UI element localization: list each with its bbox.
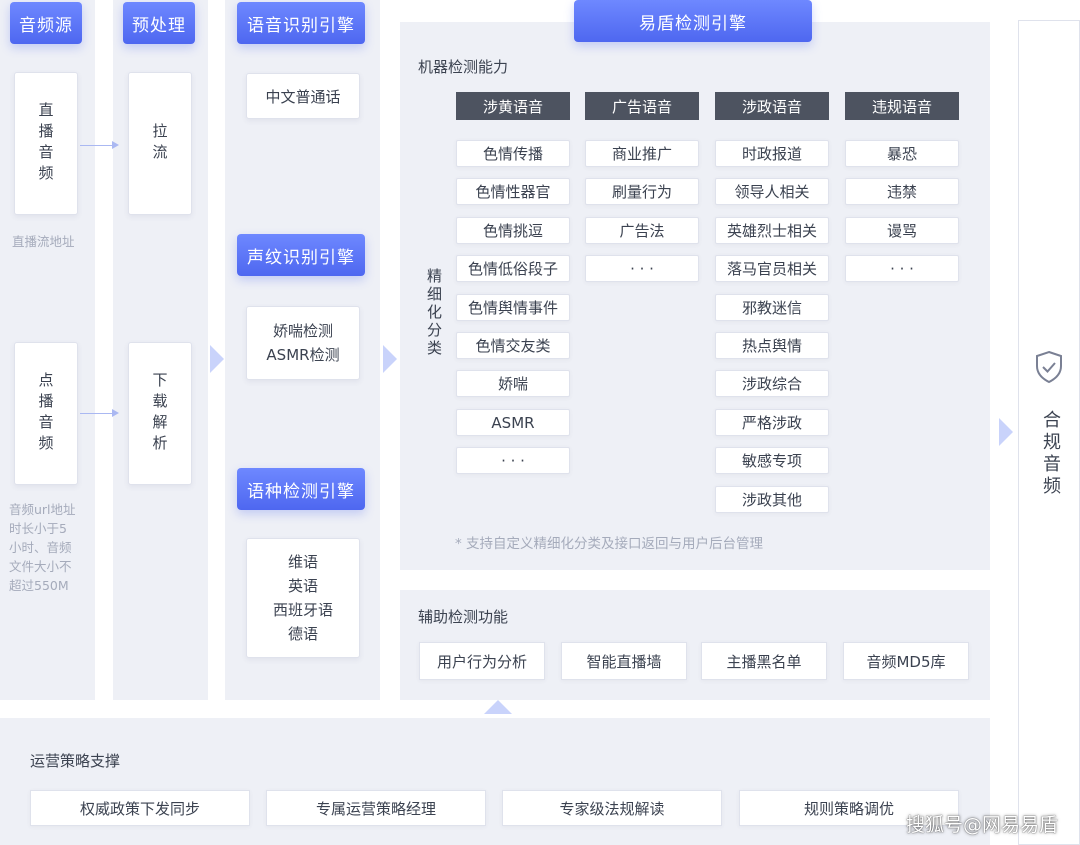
aux-item-host-blacklist: 主播黑名单	[701, 642, 827, 680]
ops-item-policy-sync: 权威政策下发同步	[30, 790, 250, 826]
category-item: 英雄烈士相关	[715, 217, 829, 244]
shield-check-icon	[1034, 350, 1064, 384]
flow-chevron-icon	[210, 345, 224, 373]
category-item: 邪教迷信	[715, 294, 829, 321]
vod-note-line: 文件大小不	[9, 559, 72, 574]
category-item: 娇喘	[456, 370, 570, 397]
category-item: 暴恐	[845, 140, 959, 167]
download-parse-box: 下载解析	[128, 342, 192, 485]
category-item: 落马官员相关	[715, 255, 829, 282]
aux-item-md5-library: 音频MD5库	[843, 642, 969, 680]
language-item: 英语	[287, 577, 318, 595]
category-item: 色情传播	[456, 140, 570, 167]
category-item: · · ·	[845, 255, 959, 282]
language-box: 维语 英语 西班牙语 德语	[246, 538, 360, 658]
category-item: 商业推广	[585, 140, 699, 167]
category-item: 色情性器官	[456, 178, 570, 205]
vod-note-line: 音频url地址	[9, 502, 76, 517]
vod-note-line: 超过550M	[9, 578, 69, 593]
category-item: 领导人相关	[715, 178, 829, 205]
voiceprint-item: 娇喘检测	[272, 322, 333, 340]
category-item: · · ·	[456, 447, 570, 474]
machine-detection-title: 机器检测能力	[418, 58, 509, 76]
download-parse-label: 下载解析	[150, 371, 169, 456]
language-engine-header: 语种检测引擎	[237, 468, 365, 510]
ops-item-law-interpretation: 专家级法规解读	[502, 790, 722, 826]
category-item: 严格涉政	[715, 409, 829, 436]
vod-note-line: 时长小于5	[9, 521, 67, 536]
category-header: 涉黄语音	[456, 92, 570, 120]
vod-audio-box: 点播音频	[14, 342, 78, 485]
flow-up-chevron-icon	[484, 700, 512, 714]
preprocess-header: 预处理	[123, 2, 195, 44]
live-audio-label: 直播音频	[36, 101, 55, 186]
audio-source-header: 音频源	[10, 2, 82, 44]
flow-chevron-icon	[383, 345, 397, 373]
category-item: 涉政综合	[715, 370, 829, 397]
category-item: 敏感专项	[715, 447, 829, 474]
voiceprint-engine-header: 声纹识别引擎	[237, 234, 365, 276]
connector-line	[80, 413, 112, 414]
live-audio-box: 直播音频	[14, 72, 78, 215]
speech-engine-header: 语音识别引擎	[237, 2, 365, 44]
category-header: 涉政语音	[715, 92, 829, 120]
language-item: 德语	[287, 625, 318, 643]
language-item: 西班牙语	[272, 601, 333, 619]
compliant-audio-label: 合规音频	[1040, 410, 1061, 498]
connector-arrowhead	[112, 141, 119, 149]
category-header: 违规语音	[845, 92, 959, 120]
pull-stream-label: 拉流	[150, 122, 169, 165]
footnote: * 支持自定义精细化分类及接口返回与用户后台管理	[455, 536, 764, 552]
operations-title: 运营策略支撑	[30, 752, 121, 770]
category-item: 色情挑逗	[456, 217, 570, 244]
connector-arrowhead	[112, 409, 119, 417]
voiceprint-box: 娇喘检测 ASMR检测	[246, 306, 360, 380]
category-item: 刷量行为	[585, 178, 699, 205]
category-item: · · ·	[585, 255, 699, 282]
category-item: 广告法	[585, 217, 699, 244]
pull-stream-box: 拉流	[128, 72, 192, 215]
flow-chevron-icon	[999, 418, 1013, 446]
mandarin-box: 中文普通话	[246, 73, 360, 119]
category-item: 热点舆情	[715, 332, 829, 359]
category-item: 违禁	[845, 178, 959, 205]
category-header: 广告语音	[585, 92, 699, 120]
category-item: 色情低俗段子	[456, 255, 570, 282]
category-item: 色情交友类	[456, 332, 570, 359]
vod-audio-label: 点播音频	[36, 371, 55, 456]
yidun-engine-header: 易盾检测引擎	[574, 0, 812, 42]
category-item: 色情舆情事件	[456, 294, 570, 321]
category-item: 涉政其他	[715, 486, 829, 513]
category-item: ASMR	[456, 409, 570, 436]
aux-detection-title: 辅助检测功能	[418, 608, 509, 626]
live-audio-note: 直播流地址	[12, 234, 75, 249]
vod-audio-note: 音频url地址 时长小于5 小时、音频 文件大小不 超过550M	[9, 500, 76, 595]
fine-classification-label: 精细化分类	[425, 268, 443, 358]
vod-note-line: 小时、音频	[9, 540, 72, 555]
voiceprint-item: ASMR检测	[266, 346, 340, 364]
ops-item-strategy-manager: 专属运营策略经理	[266, 790, 486, 826]
category-item: 谩骂	[845, 217, 959, 244]
connector-line	[80, 145, 112, 146]
category-item: 时政报道	[715, 140, 829, 167]
aux-item-user-behavior: 用户行为分析	[419, 642, 545, 680]
watermark: 搜狐号@网易易盾	[905, 814, 1058, 836]
language-item: 维语	[287, 553, 318, 571]
aux-item-live-wall: 智能直播墙	[561, 642, 687, 680]
